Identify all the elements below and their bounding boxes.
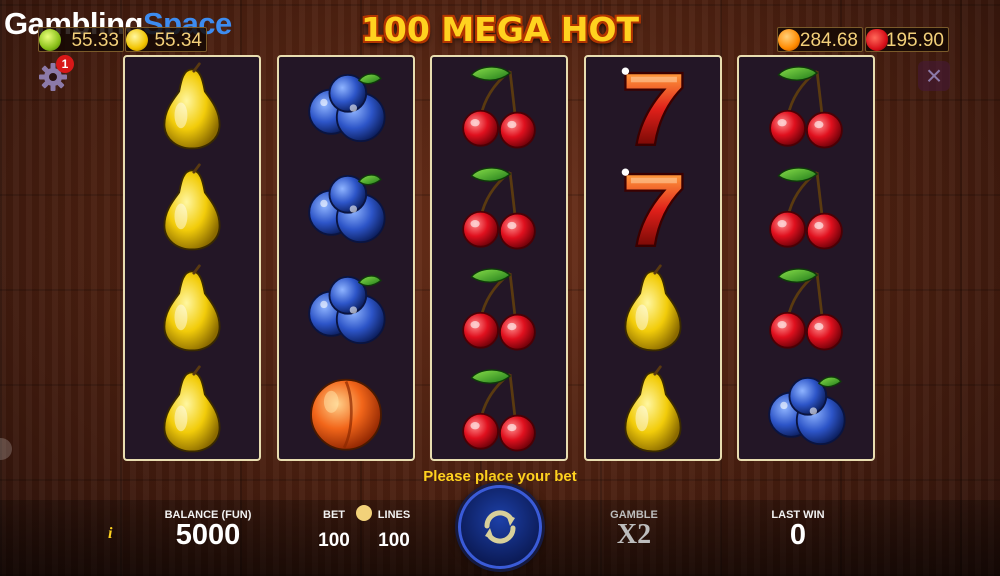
status-prompt: Please place your bet (423, 468, 577, 485)
jackpot-value: 55.33 (71, 30, 119, 51)
side-tab-handle[interactable] (0, 438, 12, 460)
reel-cell (586, 360, 720, 461)
reel-cell (432, 57, 566, 158)
lines-label: LINES (377, 509, 411, 521)
reel-cell (586, 158, 720, 259)
reel-5 (737, 55, 875, 461)
cherry-icon (768, 166, 844, 250)
jackpot-value: 195.90 (885, 30, 944, 51)
pear-icon (624, 364, 682, 453)
reel-cell (586, 57, 720, 158)
reel-cell (125, 259, 259, 360)
strawberry-icon (866, 29, 888, 51)
pear-icon (163, 61, 221, 150)
reel-cell (125, 57, 259, 158)
game-title: 100 MEGA HOT (360, 10, 640, 49)
jackpot-lime: 55.33 (38, 27, 124, 52)
blueberry-icon (308, 274, 386, 344)
lines-value[interactable]: 100 (369, 530, 419, 552)
jackpot-value: 55.34 (154, 30, 202, 51)
cherry-icon (461, 166, 537, 250)
reel-cell (739, 158, 873, 259)
last-win-value: 0 (789, 519, 807, 551)
cherry-icon (461, 368, 537, 452)
lime-icon (39, 29, 61, 51)
seven-icon (620, 65, 684, 146)
reel-cell (739, 259, 873, 360)
reel-cell (432, 158, 566, 259)
spin-button[interactable] (458, 485, 542, 569)
balance-value: 5000 (175, 519, 241, 551)
pear-icon (163, 364, 221, 453)
reel-cell (586, 259, 720, 360)
info-button[interactable]: i (108, 525, 112, 543)
refresh-icon (484, 510, 516, 544)
reel-cell (279, 259, 413, 360)
pear-icon (624, 263, 682, 352)
notification-badge: 1 (56, 55, 74, 73)
reel-2 (277, 55, 415, 461)
seven-icon (620, 166, 684, 247)
reel-1 (123, 55, 261, 461)
cherry-icon (461, 267, 537, 351)
jackpot-lemon: 55.34 (125, 27, 207, 52)
blueberry-icon (308, 173, 386, 243)
lemon-icon (126, 29, 148, 51)
jackpot-value: 284.68 (799, 30, 858, 51)
pear-icon (163, 162, 221, 251)
peach-icon (309, 377, 383, 451)
cherry-icon (461, 65, 537, 149)
bet-value[interactable]: 100 (309, 530, 359, 552)
gamble-button[interactable]: X2 (600, 519, 668, 551)
reel-cell (125, 158, 259, 259)
pear-icon (163, 263, 221, 352)
reel-cell (432, 360, 566, 461)
pencil-icon[interactable] (356, 505, 372, 521)
blueberry-icon (768, 375, 846, 445)
reel-cell (125, 360, 259, 461)
bet-label: BET (323, 509, 345, 521)
jackpot-strawberry: 195.90 (865, 27, 949, 52)
reel-cell (432, 259, 566, 360)
jackpot-orange: 284.68 (777, 27, 863, 52)
reel-3 (430, 55, 568, 461)
cherry-icon (768, 267, 844, 351)
reel-cell (279, 57, 413, 158)
close-icon: × (925, 60, 943, 91)
orange-icon (778, 29, 800, 51)
reel-cell (279, 360, 413, 461)
reel-cell (279, 158, 413, 259)
reel-4 (584, 55, 722, 461)
cherry-icon (768, 65, 844, 149)
blueberry-icon (308, 72, 386, 142)
reel-cell (739, 57, 873, 158)
close-button[interactable]: × (918, 61, 950, 91)
reel-cell (739, 360, 873, 461)
